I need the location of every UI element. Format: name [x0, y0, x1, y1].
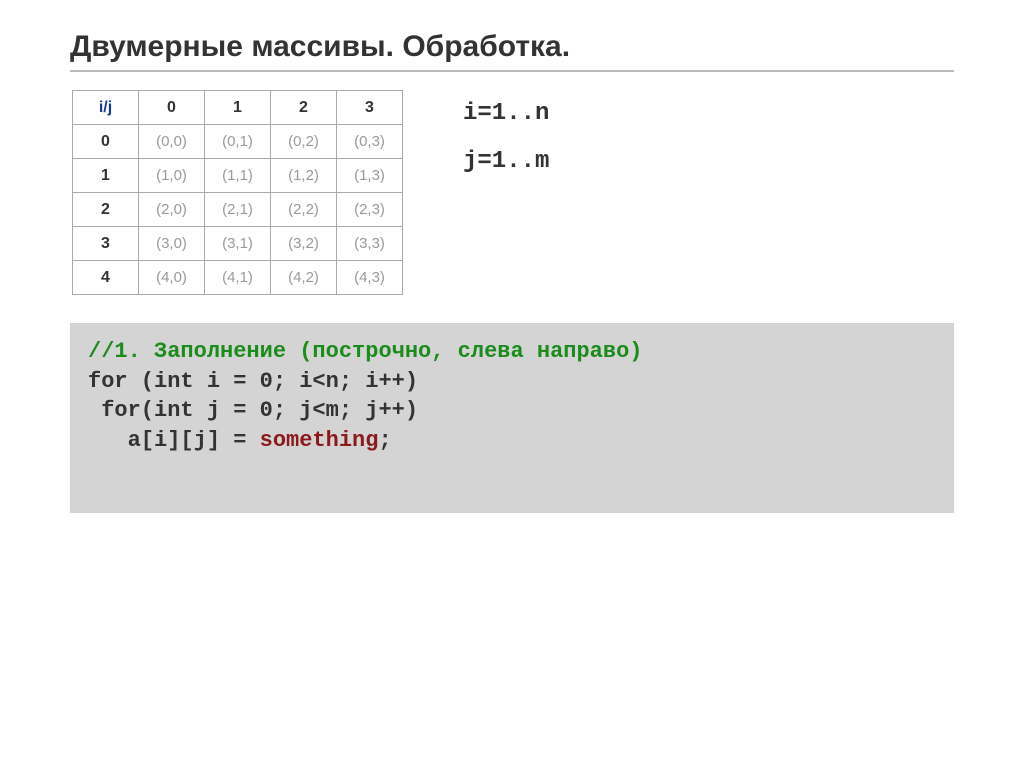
table-cell: (3,1) — [205, 227, 271, 261]
code-comment: //1. Заполнение (построчно, слева направ… — [88, 339, 643, 364]
table-cell: (0,3) — [337, 125, 403, 159]
col-header: 3 — [337, 91, 403, 125]
code-block: //1. Заполнение (построчно, слева направ… — [70, 323, 954, 513]
table-cell: (4,1) — [205, 261, 271, 295]
range-info: i=1..n j=1..m — [463, 90, 549, 186]
table-cell: (3,2) — [271, 227, 337, 261]
index-table: i/j 0 1 2 3 0 (0,0) (0,1) (0,2) (0,3) 1 … — [72, 90, 403, 295]
row-header: 0 — [73, 125, 139, 159]
table-cell: (2,2) — [271, 193, 337, 227]
code-line: for (int i = 0; i<n; i++) — [88, 369, 418, 394]
table-cell: (2,1) — [205, 193, 271, 227]
row-header: 1 — [73, 159, 139, 193]
table-cell: (0,0) — [139, 125, 205, 159]
table-cell: (4,2) — [271, 261, 337, 295]
range-j: j=1..m — [463, 138, 549, 186]
table-cell: (1,2) — [271, 159, 337, 193]
row-header: 2 — [73, 193, 139, 227]
table-cell: (4,3) — [337, 261, 403, 295]
table-cell: (1,1) — [205, 159, 271, 193]
table-cell: (3,0) — [139, 227, 205, 261]
table-cell: (4,0) — [139, 261, 205, 295]
col-header: 1 — [205, 91, 271, 125]
table-cell: (0,2) — [271, 125, 337, 159]
range-i: i=1..n — [463, 90, 549, 138]
ij-header: i/j — [73, 91, 139, 125]
row-header: 3 — [73, 227, 139, 261]
table-cell: (1,0) — [139, 159, 205, 193]
table-cell: (2,3) — [337, 193, 403, 227]
code-keyword: something — [260, 428, 379, 453]
table-cell: (1,3) — [337, 159, 403, 193]
table-cell: (3,3) — [337, 227, 403, 261]
code-line: a[i][j] = — [88, 428, 260, 453]
code-text: ; — [378, 428, 391, 453]
table-cell: (0,1) — [205, 125, 271, 159]
row-header: 4 — [73, 261, 139, 295]
col-header: 0 — [139, 91, 205, 125]
page-title: Двумерные массивы. Обработка. — [70, 30, 954, 72]
table-cell: (2,0) — [139, 193, 205, 227]
content-row: i/j 0 1 2 3 0 (0,0) (0,1) (0,2) (0,3) 1 … — [70, 90, 954, 295]
col-header: 2 — [271, 91, 337, 125]
code-line: for(int j = 0; j<m; j++) — [88, 398, 418, 423]
